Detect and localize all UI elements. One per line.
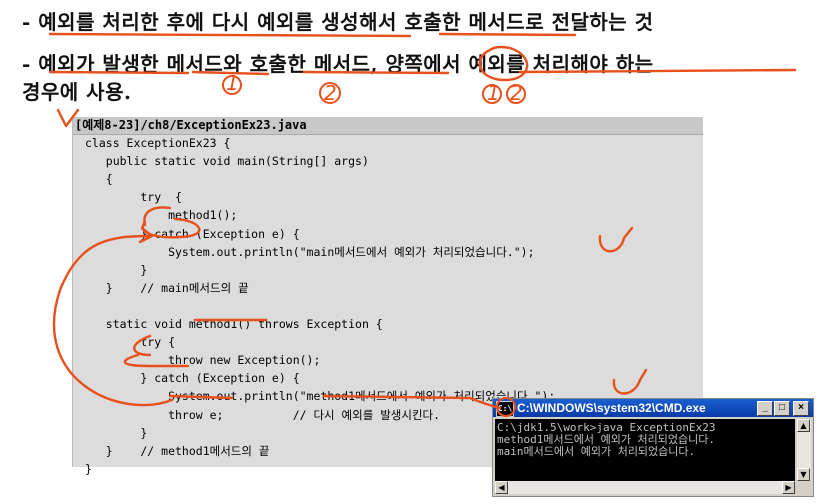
check-mark [56, 108, 80, 128]
arrow [143, 206, 172, 227]
underline [438, 32, 577, 37]
underline [168, 394, 234, 400]
return-arrow [52, 234, 174, 407]
underline [48, 32, 412, 38]
arrow [133, 334, 152, 357]
check-mark [612, 368, 648, 395]
circle-mark [478, 45, 529, 82]
arrow [468, 396, 502, 410]
underline [518, 68, 797, 74]
underline [302, 70, 450, 75]
underline [48, 70, 190, 75]
underline [322, 394, 472, 400]
handwritten-annotations: 1 2 1 2 [48, 32, 797, 417]
arrow [123, 353, 190, 368]
check-mark [598, 226, 634, 253]
